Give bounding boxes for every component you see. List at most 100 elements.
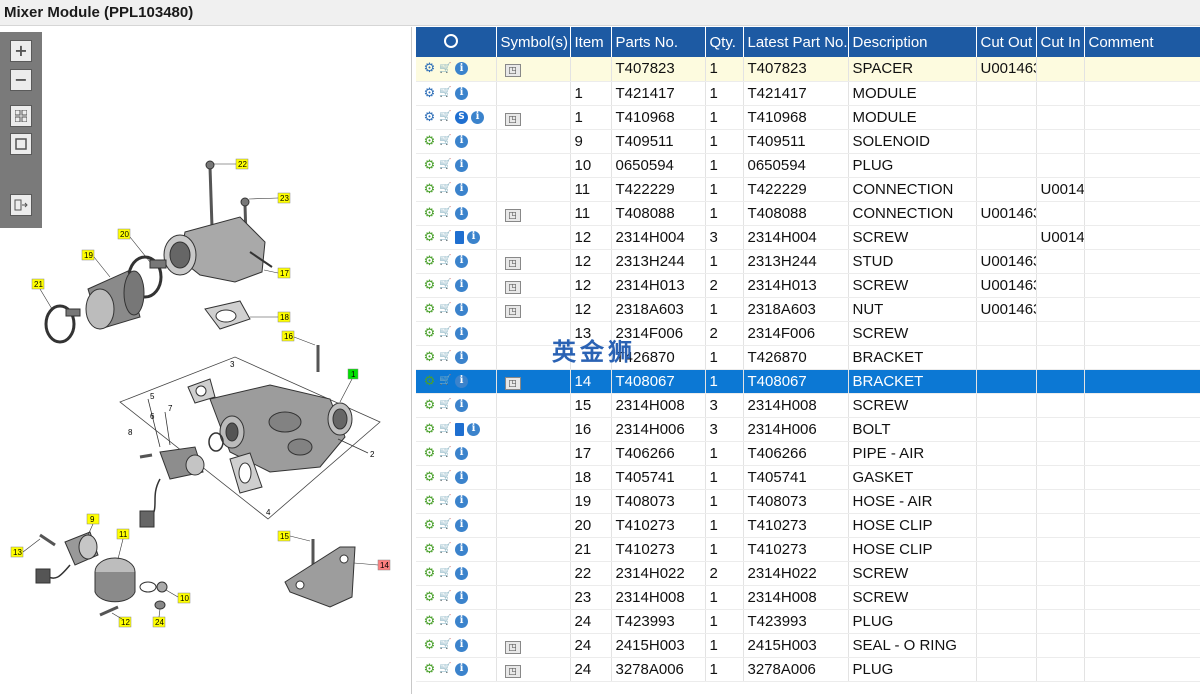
cart-icon[interactable]: 🛒 [439, 663, 452, 676]
info-icon[interactable]: i [455, 158, 468, 172]
column-header-latest-part-no[interactable]: Latest Part No. [743, 27, 849, 57]
callout-3[interactable]: 3 [230, 360, 235, 369]
column-header-description[interactable]: Description [848, 27, 977, 57]
gear-icon[interactable]: ⚙ [423, 471, 436, 484]
info-icon[interactable]: i [455, 542, 468, 556]
callout-7[interactable]: 7 [168, 404, 173, 413]
info-icon[interactable]: i [455, 374, 468, 388]
callout-5[interactable]: 5 [150, 392, 155, 401]
cart-icon[interactable]: 🛒 [439, 231, 452, 244]
table-row[interactable]: ⚙ 🛒 i 21 T410273 1 T410273 HOSE CLIP [416, 537, 1200, 562]
gear-icon[interactable]: ⚙ [423, 159, 436, 172]
table-row[interactable]: ⚙ 🛒 i 16 2314H006 3 2314H006 BOLT [416, 417, 1200, 442]
gear-icon[interactable]: ⚙ [423, 303, 436, 316]
callout-12[interactable]: 12 [111, 612, 132, 628]
callout-19[interactable]: 19 [81, 249, 111, 278]
table-row[interactable]: ⚙ 🛒 i 11 T422229 1 T422229 CONNECTION U0014 [416, 177, 1200, 202]
gear-icon[interactable]: ⚙ [423, 279, 436, 292]
gear-icon[interactable]: ⚙ [423, 231, 436, 244]
table-row[interactable]: ⚙ 🛒 i ◳ 24 2415H003 1 2415H003 SEAL - O RING [416, 633, 1200, 658]
info-icon[interactable]: i [455, 134, 468, 148]
cart-icon[interactable]: 🛒 [439, 519, 452, 532]
table-row[interactable]: ⚙ 🛒 i 20 T410273 1 T410273 HOSE CLIP [416, 513, 1200, 538]
cart-icon[interactable]: 🛒 [439, 135, 452, 148]
table-row[interactable]: ⚙ 🛒 i ◳ 14 T408067 1 T408067 BRACKET [416, 369, 1200, 394]
cart-icon[interactable]: 🛒 [439, 87, 452, 100]
gears-icon[interactable]: ⚙ [423, 62, 436, 75]
cart-icon[interactable]: 🛒 [439, 399, 452, 412]
gear-icon[interactable]: ⚙ [423, 399, 436, 412]
column-header-item[interactable]: Item [570, 27, 612, 57]
cart-icon[interactable]: 🛒 [439, 471, 452, 484]
info-icon[interactable]: i [455, 254, 468, 268]
cart-icon[interactable]: 🛒 [439, 351, 452, 364]
diagram-panel[interactable]: + − 22 23 20 19 17 21 18 16 1 5 7 3 6 8 … [0, 27, 412, 694]
illustration-symbol-icon[interactable]: ◳ [504, 208, 521, 222]
info-icon[interactable]: i [455, 62, 468, 76]
cart-icon[interactable]: 🛒 [439, 111, 452, 124]
callout-13[interactable]: 13 [10, 538, 41, 558]
cart-icon[interactable]: 🛒 [439, 159, 452, 172]
gears-icon[interactable]: ⚙ [423, 87, 436, 100]
cart-icon[interactable]: 🛒 [439, 375, 452, 388]
illustration-symbol-icon[interactable]: ◳ [504, 376, 521, 390]
illustration-symbol-icon[interactable]: ◳ [504, 112, 521, 126]
illustration-symbol-icon[interactable]: ◳ [504, 280, 521, 294]
gear-icon[interactable]: ⚙ [423, 255, 436, 268]
column-header-parts-no[interactable]: Parts No. [611, 27, 706, 57]
info-icon[interactable]: i [455, 638, 468, 652]
table-row[interactable]: ⚙ 🛒 i 12 2314H004 3 2314H004 SCREW U0014 [416, 225, 1200, 250]
callout-6[interactable]: 6 [150, 412, 155, 421]
gear-icon[interactable]: ⚙ [423, 495, 436, 508]
cart-icon[interactable]: 🛒 [439, 639, 452, 652]
table-row[interactable]: ⚙ 🛒 i 9 T409511 1 T409511 SOLENOID [416, 129, 1200, 154]
cart-icon[interactable]: 🛒 [439, 255, 452, 268]
gear-icon[interactable]: ⚙ [423, 375, 436, 388]
gear-icon[interactable]: ⚙ [423, 327, 436, 340]
column-header-comment[interactable]: Comment [1084, 27, 1200, 57]
cart-icon[interactable]: 🛒 [439, 567, 452, 580]
gears-icon[interactable]: ⚙ [423, 111, 436, 124]
info-icon[interactable]: i [455, 302, 468, 316]
callout-22[interactable]: 22 [214, 158, 249, 170]
column-header-cut-out[interactable]: Cut Out [976, 27, 1037, 57]
table-row[interactable]: ⚙ 🛒 i 24 T423993 1 T423993 PLUG [416, 609, 1200, 634]
info-icon[interactable]: i [471, 110, 484, 124]
book-icon[interactable] [455, 230, 464, 244]
table-row[interactable]: ⚙ 🛒 i ◳ 12 2313H244 1 2313H244 STUD U001463 [416, 249, 1200, 274]
callout-15[interactable]: 15 [277, 530, 311, 542]
cart-icon[interactable]: 🛒 [439, 279, 452, 292]
table-row[interactable]: ⚙ 🛒 i 19 T408073 1 T408073 HOSE - AIR [416, 489, 1200, 514]
exploded-parts-diagram[interactable]: 22 23 20 19 17 21 18 16 1 5 7 3 6 8 2 4 … [0, 117, 412, 637]
table-row[interactable]: ⚙ 🛒 i ◳ 11 T408088 1 T408088 CONNECTION U001463 [416, 201, 1200, 226]
table-row[interactable]: ⚙ 🛒 i T426870 1 T426870 BRACKET [416, 345, 1200, 370]
gear-icon[interactable]: ⚙ [423, 423, 436, 436]
info-icon[interactable]: i [455, 278, 468, 292]
callout-4[interactable]: 4 [266, 508, 271, 517]
gear-icon[interactable]: ⚙ [423, 351, 436, 364]
supersession-icon[interactable]: S [455, 110, 468, 124]
gear-icon[interactable]: ⚙ [423, 519, 436, 532]
cart-icon[interactable]: 🛒 [439, 62, 452, 75]
column-header-icons[interactable] [416, 27, 497, 57]
callout-9[interactable]: 9 [86, 513, 100, 536]
callout-1[interactable]: 1 [339, 368, 359, 403]
table-row[interactable]: ⚙ 🛒 i ◳ T407823 1 T407823 SPACER U001463 [416, 57, 1200, 82]
zoom-in-button[interactable]: + [10, 40, 32, 62]
table-row[interactable]: ⚙ 🛒 Si ◳ 1 T410968 1 T410968 MODULE [416, 105, 1200, 130]
info-icon[interactable]: i [455, 590, 468, 604]
table-row[interactable]: ⚙ 🛒 i 1 T421417 1 T421417 MODULE [416, 81, 1200, 106]
illustration-symbol-icon[interactable]: ◳ [504, 304, 521, 318]
table-row[interactable]: ⚙ 🛒 i 10 0650594 1 0650594 PLUG [416, 153, 1200, 178]
info-icon[interactable]: i [455, 494, 468, 508]
illustration-symbol-icon[interactable]: ◳ [504, 664, 521, 678]
table-row[interactable]: ⚙ 🛒 i 17 T406266 1 T406266 PIPE - AIR [416, 441, 1200, 466]
column-header-symbols[interactable]: Symbol(s) [496, 27, 571, 57]
callout-14-selected[interactable]: 14 [353, 559, 391, 571]
info-icon[interactable]: i [455, 470, 468, 484]
callout-23[interactable]: 23 [248, 192, 291, 204]
callout-17[interactable]: 17 [263, 267, 291, 279]
gear-icon[interactable]: ⚙ [423, 567, 436, 580]
column-header-qty[interactable]: Qty. [705, 27, 744, 57]
cart-icon[interactable]: 🛒 [439, 591, 452, 604]
